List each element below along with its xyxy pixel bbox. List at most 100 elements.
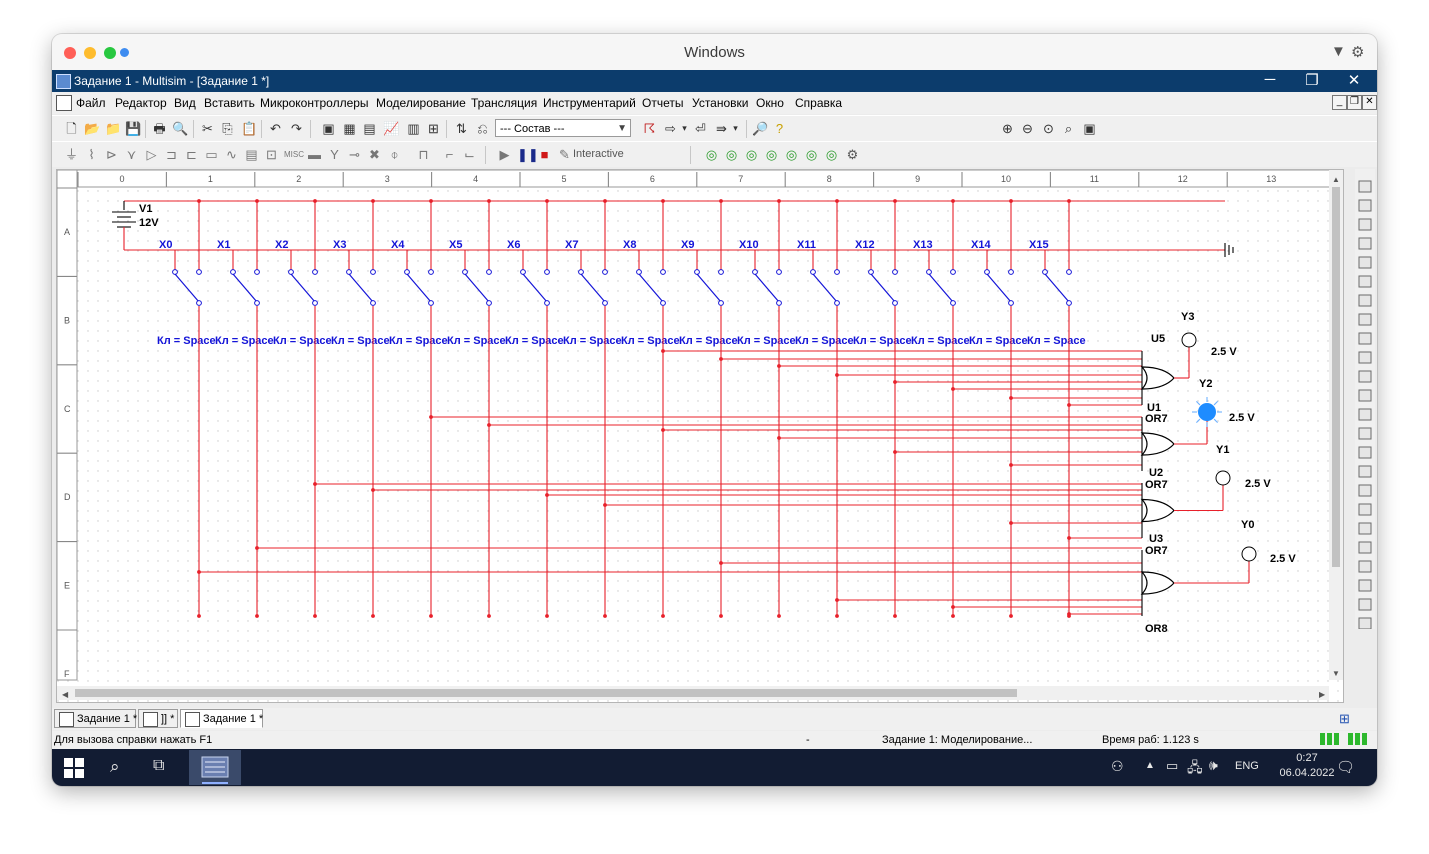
pause-icon[interactable]: ❚❚ bbox=[517, 147, 539, 162]
menu-edit[interactable]: Редактор bbox=[115, 96, 167, 110]
component-database-icon[interactable]: ▥ bbox=[406, 121, 421, 136]
instrument-icon[interactable] bbox=[1358, 408, 1372, 421]
design-toolbox-icon[interactable]: ▤ bbox=[362, 121, 377, 136]
diode-component-icon[interactable]: ⊳ bbox=[104, 147, 119, 162]
grapher-icon[interactable]: 📈 bbox=[383, 121, 399, 136]
print-preview-icon[interactable]: 🔍 bbox=[172, 121, 188, 136]
menu-window[interactable]: Окно bbox=[756, 96, 784, 110]
menu-view[interactable]: Вид bbox=[174, 96, 196, 110]
dropdown-triangle-icon[interactable]: ▼ bbox=[1331, 43, 1346, 60]
cmos-component-icon[interactable]: ⊏ bbox=[184, 147, 199, 162]
windows-start-icon[interactable] bbox=[64, 758, 84, 781]
menu-tools[interactable]: Инструментарий bbox=[543, 96, 636, 110]
instrument-icon[interactable] bbox=[1358, 522, 1372, 535]
ni-component-icon[interactable]: ✖ bbox=[367, 147, 382, 162]
menu-reports[interactable]: Отчеты bbox=[642, 96, 683, 110]
people-icon[interactable]: ⚇ bbox=[1111, 758, 1124, 775]
mdi-minimize-button[interactable]: _ bbox=[1332, 95, 1347, 110]
tab-zadanie-1[interactable]: Задание 1 * bbox=[54, 709, 137, 728]
schematic-canvas[interactable]: 0 1 2 3 4 5 6 7 8 9 10 11 12 13 A B C D E F ▲ ▼ ◀ ▶ V1 12V X0 Кл = … bbox=[56, 169, 1344, 703]
in-use-list-select[interactable]: --- Состав --- ▼ bbox=[495, 119, 631, 137]
redo-icon[interactable]: ↷ bbox=[289, 121, 304, 136]
cut-icon[interactable]: ✂ bbox=[200, 121, 215, 136]
instrument-icon[interactable] bbox=[1358, 579, 1372, 592]
restore-icon[interactable]: ❐ bbox=[1292, 71, 1332, 89]
open-folder-icon[interactable]: 📂 bbox=[84, 121, 100, 136]
probe-power-icon[interactable]: ◎ bbox=[744, 147, 759, 162]
zoom-out-icon[interactable]: ⊖ bbox=[1020, 121, 1035, 136]
spreadsheet-view-icon[interactable]: ▦ bbox=[342, 121, 357, 136]
open-sample-icon[interactable]: 📁 bbox=[105, 121, 121, 136]
zoom-page-icon[interactable]: ▣ bbox=[1082, 121, 1097, 136]
transistor-component-icon[interactable]: ⋎ bbox=[124, 147, 139, 162]
hierarchy-icon[interactable]: ⊞ bbox=[426, 121, 441, 136]
battery-icon[interactable]: ▭ bbox=[1166, 758, 1178, 774]
instrument-icon[interactable] bbox=[1358, 332, 1372, 345]
resistor-component-icon[interactable]: ⌇ bbox=[84, 147, 99, 162]
paste-icon[interactable]: 📋 bbox=[241, 121, 257, 136]
new-file-icon[interactable]: 🗋 bbox=[64, 121, 79, 136]
transfer-dropdown-icon[interactable]: ▾ bbox=[677, 121, 692, 136]
advanced-peripherals-icon[interactable]: ▬ bbox=[307, 147, 322, 162]
copy-icon[interactable]: ⎘ bbox=[220, 121, 235, 136]
search-icon[interactable]: ⌕ bbox=[110, 757, 120, 777]
instrument-icon[interactable] bbox=[1358, 351, 1372, 364]
erc-icon[interactable]: ☈ bbox=[642, 121, 657, 136]
probe-lamp[interactable] bbox=[1181, 332, 1197, 348]
instrument-icon[interactable] bbox=[1358, 598, 1372, 611]
instrument-icon[interactable] bbox=[1358, 427, 1372, 440]
full-screen-icon[interactable]: ▣ bbox=[321, 121, 336, 136]
menu-help[interactable]: Справка bbox=[795, 96, 842, 110]
instrument-icon[interactable] bbox=[1358, 370, 1372, 383]
help-icon[interactable]: ? bbox=[772, 121, 787, 136]
mdi-restore-button[interactable]: ❐ bbox=[1347, 95, 1362, 110]
instrument-icon[interactable] bbox=[1358, 617, 1372, 630]
instrument-icon[interactable] bbox=[1358, 275, 1372, 288]
source-component-icon[interactable]: ⏚ bbox=[64, 147, 79, 162]
zoom-area-icon[interactable]: ⊙ bbox=[1041, 121, 1056, 136]
gear-icon[interactable]: ⚙ bbox=[1351, 43, 1364, 61]
instrument-icon[interactable] bbox=[1358, 541, 1372, 554]
indicator-component-icon[interactable]: ▤ bbox=[244, 147, 259, 162]
tab-zadanie-1-active[interactable]: Задание 1 * bbox=[180, 709, 263, 728]
stop-icon[interactable]: ■ bbox=[537, 147, 552, 162]
mixed-component-icon[interactable]: ∿ bbox=[224, 147, 239, 162]
horizontal-scroll-thumb[interactable] bbox=[75, 689, 1017, 697]
power-component-icon[interactable]: ⊡ bbox=[264, 147, 279, 162]
probe-bus-icon[interactable]: ◎ bbox=[824, 147, 839, 162]
analog-component-icon[interactable]: ▷ bbox=[144, 147, 159, 162]
export-dropdown-icon[interactable]: ▾ bbox=[728, 121, 743, 136]
zoom-fit-icon[interactable]: ⌕ bbox=[1061, 121, 1076, 136]
vertical-scroll-thumb[interactable] bbox=[1332, 187, 1340, 567]
wire-icon[interactable]: ⌙ bbox=[462, 147, 477, 162]
menu-transfer[interactable]: Трансляция bbox=[471, 96, 537, 110]
probe-reference-icon[interactable]: ◎ bbox=[784, 147, 799, 162]
document-icon[interactable] bbox=[56, 95, 72, 111]
instrument-icon[interactable] bbox=[1358, 446, 1372, 459]
electromechanical-icon[interactable]: ⊸ bbox=[347, 147, 362, 162]
tab-subcircuit[interactable]: ]] * bbox=[138, 709, 178, 728]
task-view-icon[interactable]: ⧉ bbox=[153, 757, 164, 775]
language-indicator[interactable]: ENG bbox=[1235, 760, 1259, 772]
instrument-icon[interactable] bbox=[1358, 503, 1372, 516]
zoom-in-icon[interactable]: ⊕ bbox=[1000, 121, 1015, 136]
interactive-mode-label[interactable]: Interactive bbox=[573, 148, 624, 160]
probe-differential-icon[interactable]: ◎ bbox=[764, 147, 779, 162]
bus-icon[interactable]: ⌐ bbox=[442, 147, 457, 162]
close-icon[interactable]: ✕ bbox=[1334, 71, 1374, 89]
mdi-close-button[interactable]: ✕ bbox=[1362, 95, 1377, 110]
forward-annotate-icon[interactable]: ⏎ bbox=[693, 121, 708, 136]
volume-icon[interactable]: 🕪 bbox=[1209, 757, 1218, 774]
instrument-icon[interactable] bbox=[1358, 560, 1372, 573]
instrument-icon[interactable] bbox=[1358, 199, 1372, 212]
notifications-icon[interactable]: 🗨 bbox=[1336, 758, 1355, 776]
multisim-taskbar-button[interactable] bbox=[189, 750, 241, 785]
instrument-icon[interactable] bbox=[1358, 180, 1372, 193]
probe-settings-gear-icon[interactable]: ⚙ bbox=[845, 147, 860, 162]
probe-voltage-icon[interactable]: ◎ bbox=[704, 147, 719, 162]
probe-digital-icon[interactable]: ◎ bbox=[804, 147, 819, 162]
instrument-icon[interactable] bbox=[1358, 256, 1372, 269]
instrument-icon[interactable] bbox=[1358, 484, 1372, 497]
menu-options[interactable]: Установки bbox=[692, 96, 748, 110]
menu-microcontrollers[interactable]: Микроконтроллеры bbox=[260, 96, 369, 110]
